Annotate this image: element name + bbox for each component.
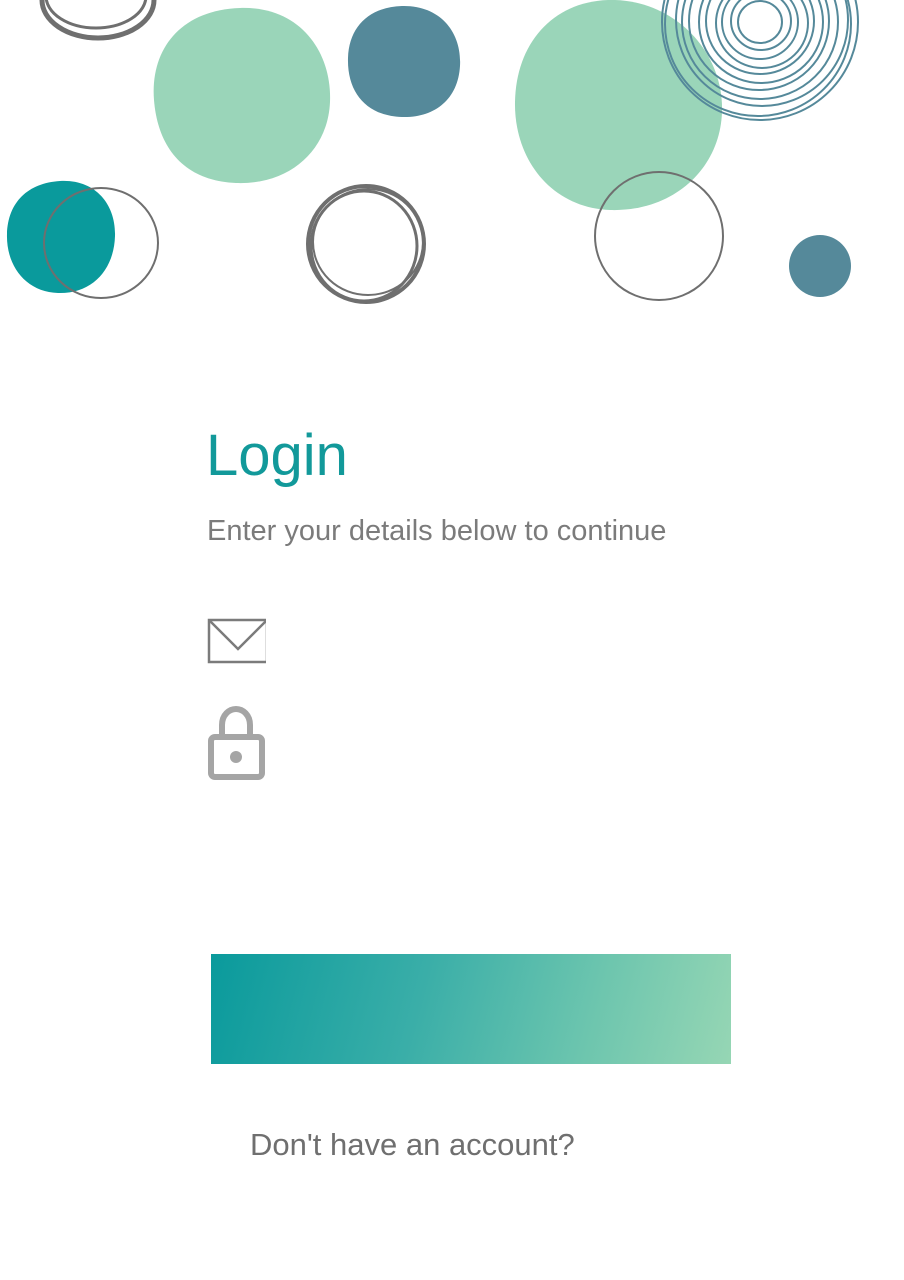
gray-scribble-ring-top-left bbox=[39, 0, 157, 41]
slate-blob-top bbox=[347, 5, 461, 118]
signup-prompt: Don't have an account? bbox=[250, 1126, 575, 1164]
teal-blob-left bbox=[6, 180, 116, 294]
password-input[interactable] bbox=[274, 720, 724, 768]
gray-scribble-circle-center bbox=[306, 184, 426, 304]
mint-blob-right bbox=[514, 0, 723, 211]
page-title: Login bbox=[206, 423, 348, 488]
page-subtitle: Enter your details below to continue bbox=[207, 515, 667, 547]
email-input[interactable] bbox=[274, 616, 724, 664]
mint-blob-left bbox=[153, 7, 331, 184]
slate-blob-small bbox=[789, 235, 851, 297]
envelope-icon bbox=[204, 616, 274, 664]
lock-icon bbox=[204, 705, 274, 783]
decorative-header bbox=[6, 0, 859, 304]
signup-prompt-text: Don't have an account? bbox=[250, 1127, 575, 1162]
email-field bbox=[204, 612, 724, 668]
login-button[interactable] bbox=[211, 954, 731, 1064]
password-field bbox=[204, 702, 724, 786]
